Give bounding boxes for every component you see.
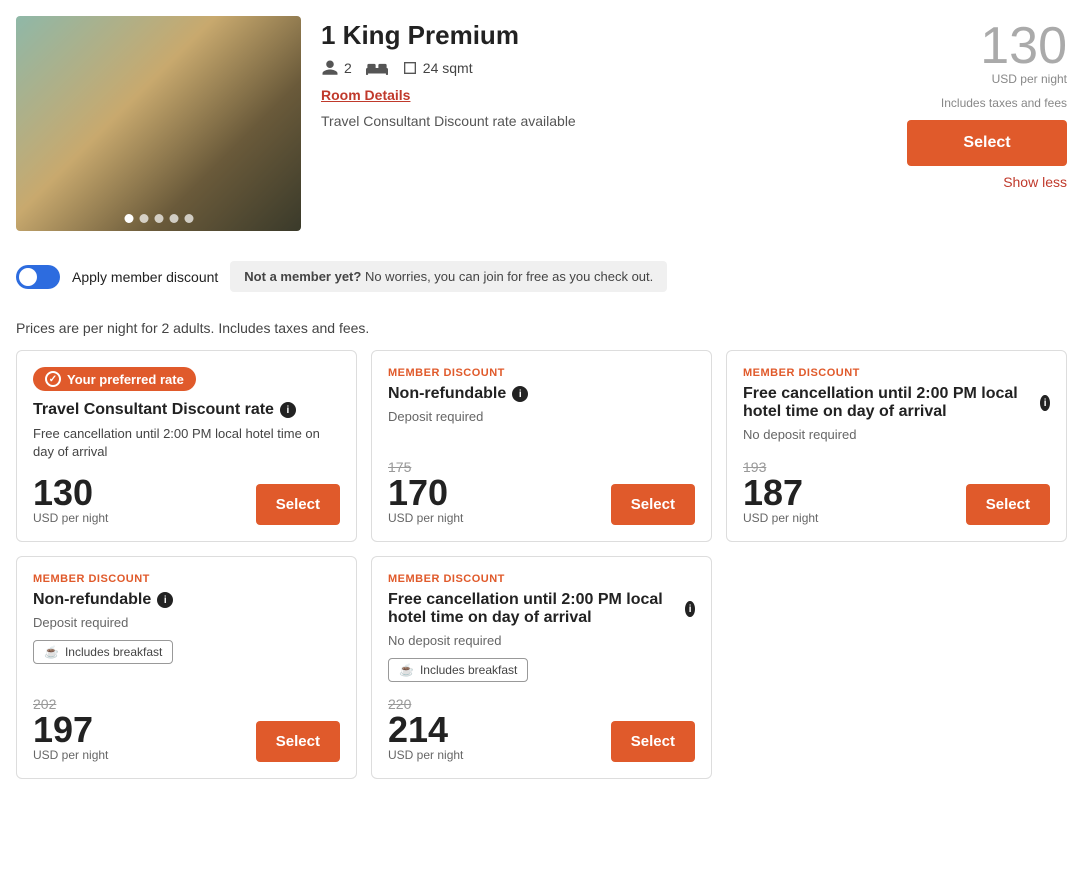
price-row-4: 220 214 USD per night Select xyxy=(388,688,695,762)
preferred-label: Your preferred rate xyxy=(67,372,184,387)
current-price-2: 187 xyxy=(743,475,818,511)
bed-amenity xyxy=(366,61,388,75)
current-price-0: 130 xyxy=(33,475,108,511)
bed-icon xyxy=(366,61,388,75)
per-night-2: USD per night xyxy=(743,511,818,525)
breakfast-badge-4: ☕ Includes breakfast xyxy=(388,658,528,682)
room-price-sidebar: 130 USD per night Includes taxes and fee… xyxy=(907,16,1067,231)
person-icon xyxy=(321,59,339,77)
room-info: 1 King Premium 2 24 sqmt Room Details Tr… xyxy=(321,16,887,231)
check-icon: ✓ xyxy=(45,371,61,387)
member-discount-toggle[interactable] xyxy=(16,265,60,289)
toggle-slider[interactable] xyxy=(16,265,60,289)
room-size: 24 sqmt xyxy=(423,60,473,76)
select-button-top[interactable]: Select xyxy=(907,120,1067,166)
preferred-badge: ✓ Your preferred rate xyxy=(33,367,196,391)
member-discount-label-1: MEMBER DISCOUNT xyxy=(388,367,695,379)
notice-text: No worries, you can join for free as you… xyxy=(361,269,653,284)
info-icon-1[interactable]: i xyxy=(512,386,528,402)
pricing-note: Prices are per night for 2 adults. Inclu… xyxy=(16,320,1067,336)
price-info-2: 193 187 USD per night xyxy=(743,459,818,525)
price-row-3: 202 197 USD per night Select xyxy=(33,688,340,762)
dot-5[interactable] xyxy=(184,214,193,223)
per-night-1: USD per night xyxy=(388,511,463,525)
dot-2[interactable] xyxy=(139,214,148,223)
select-button-2[interactable]: Select xyxy=(966,484,1050,525)
current-price-1: 170 xyxy=(388,475,463,511)
room-header: 1 King Premium 2 24 sqmt Room Details Tr… xyxy=(16,16,1067,231)
deposit-1: Deposit required xyxy=(388,409,695,424)
deposit-4: No deposit required xyxy=(388,633,695,648)
current-price-4: 214 xyxy=(388,712,463,748)
rate-card-3: MEMBER DISCOUNT Non-refundable i Deposit… xyxy=(16,556,357,779)
rate-title-4: Free cancellation until 2:00 PM local ho… xyxy=(388,591,695,627)
price-info-4: 220 214 USD per night xyxy=(388,696,463,762)
coffee-icon-3: ☕ xyxy=(44,645,59,659)
info-icon-0[interactable]: i xyxy=(280,402,296,418)
room-details-link[interactable]: Room Details xyxy=(321,87,410,103)
price-info-1: 175 170 USD per night xyxy=(388,459,463,525)
per-night-3: USD per night xyxy=(33,748,108,762)
rate-card-4: MEMBER DISCOUNT Free cancellation until … xyxy=(371,556,712,779)
price-row-1: 175 170 USD per night Select xyxy=(388,451,695,525)
header-price: 130 xyxy=(907,20,1067,72)
rate-card-empty xyxy=(726,556,1067,779)
rate-grid-row1: ✓ Your preferred rate Travel Consultant … xyxy=(16,350,1067,542)
guests-count: 2 xyxy=(344,60,352,76)
rate-title-1: Non-refundable i xyxy=(388,385,695,403)
info-icon-3[interactable]: i xyxy=(157,592,173,608)
dot-3[interactable] xyxy=(154,214,163,223)
select-button-3[interactable]: Select xyxy=(256,721,340,762)
member-discount-label-2: MEMBER DISCOUNT xyxy=(743,367,1050,379)
price-row-2: 193 187 USD per night Select xyxy=(743,451,1050,525)
price-info-3: 202 197 USD per night xyxy=(33,696,108,762)
info-icon-2[interactable]: i xyxy=(1040,395,1050,411)
price-row-0: 130 USD per night Select xyxy=(33,467,340,525)
guests-amenity: 2 xyxy=(321,59,352,77)
rate-card-1: MEMBER DISCOUNT Non-refundable i Deposit… xyxy=(371,350,712,542)
rate-title-0: Travel Consultant Discount rate i xyxy=(33,401,340,419)
rate-title-3: Non-refundable i xyxy=(33,591,340,609)
dot-4[interactable] xyxy=(169,214,178,223)
image-dots xyxy=(124,214,193,223)
select-button-1[interactable]: Select xyxy=(611,484,695,525)
info-icon-4[interactable]: i xyxy=(685,601,695,617)
rate-card-0: ✓ Your preferred rate Travel Consultant … xyxy=(16,350,357,542)
toggle-row: Apply member discount Not a member yet? … xyxy=(16,251,1067,302)
breakfast-label-3: Includes breakfast xyxy=(65,645,162,659)
breakfast-badge-3: ☕ Includes breakfast xyxy=(33,640,173,664)
dot-1[interactable] xyxy=(124,214,133,223)
coffee-icon-4: ☕ xyxy=(399,663,414,677)
select-button-0[interactable]: Select xyxy=(256,484,340,525)
notice-bold: Not a member yet? xyxy=(244,269,361,284)
discount-text: Travel Consultant Discount rate availabl… xyxy=(321,113,887,129)
rate-card-2: MEMBER DISCOUNT Free cancellation until … xyxy=(726,350,1067,542)
deposit-3: Deposit required xyxy=(33,615,340,630)
toggle-label: Apply member discount xyxy=(72,269,218,285)
size-amenity: 24 sqmt xyxy=(402,60,473,76)
per-night-0: USD per night xyxy=(33,511,108,525)
price-info-0: 130 USD per night xyxy=(33,475,108,525)
rate-grid-row2: MEMBER DISCOUNT Non-refundable i Deposit… xyxy=(16,556,1067,779)
room-amenities: 2 24 sqmt xyxy=(321,59,887,77)
cancellation-0: Free cancellation until 2:00 PM local ho… xyxy=(33,425,340,461)
deposit-2: No deposit required xyxy=(743,427,1050,442)
room-title: 1 King Premium xyxy=(321,20,887,51)
size-icon xyxy=(402,60,418,76)
current-price-3: 197 xyxy=(33,712,108,748)
includes-taxes-header: Includes taxes and fees xyxy=(907,96,1067,110)
show-less-link[interactable]: Show less xyxy=(907,174,1067,190)
room-image xyxy=(16,16,301,231)
select-button-4[interactable]: Select xyxy=(611,721,695,762)
member-discount-label-3: MEMBER DISCOUNT xyxy=(33,573,340,585)
member-notice: Not a member yet? No worries, you can jo… xyxy=(230,261,667,292)
breakfast-label-4: Includes breakfast xyxy=(420,663,517,677)
member-discount-label-4: MEMBER DISCOUNT xyxy=(388,573,695,585)
room-image-container xyxy=(16,16,301,231)
per-night-4: USD per night xyxy=(388,748,463,762)
rate-title-2: Free cancellation until 2:00 PM local ho… xyxy=(743,385,1050,421)
